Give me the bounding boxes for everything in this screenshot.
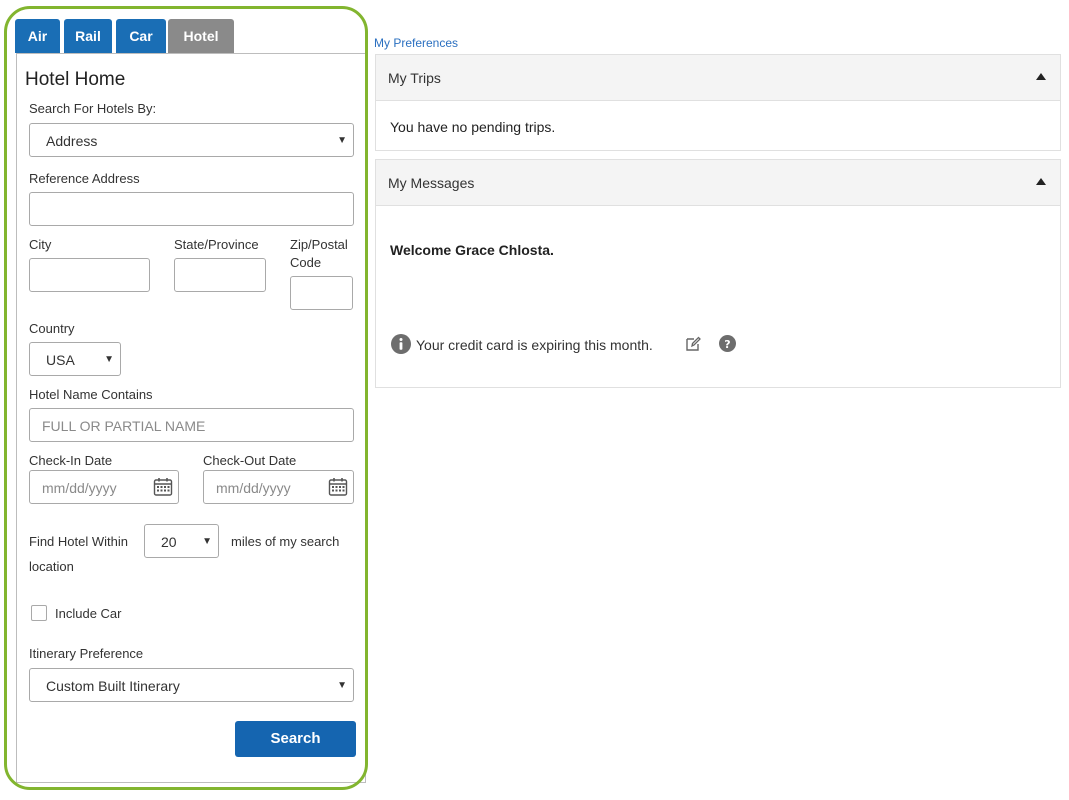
svg-text:?: ? [724,338,730,351]
credit-card-notice: Your credit card is expiring this month. [416,337,653,353]
chevron-down-icon: ▼ [337,135,347,146]
welcome-text: Welcome Grace Chlosta. [390,242,554,258]
my-messages-card: My Messages Welcome Grace Chlosta. Your … [375,159,1061,388]
tab-car[interactable]: Car [116,19,166,53]
country-value: USA [46,352,75,368]
collapse-triangle-icon[interactable] [1036,178,1046,185]
checkin-label: Check-In Date [29,453,113,468]
my-trips-card: My Trips You have no pending trips. [375,54,1061,151]
search-by-select[interactable]: Address ▼ [29,123,354,157]
hotel-name-placeholder: FULL OR PARTIAL NAME [42,418,206,434]
country-label: Country [29,321,75,336]
within-value: 20 [161,534,177,550]
trips-message: You have no pending trips. [390,119,556,135]
zip-label-line2: Code [290,255,322,270]
city-input[interactable] [29,258,150,292]
search-by-value: Address [46,133,98,149]
my-trips-header[interactable]: My Trips [376,55,1060,101]
country-select[interactable]: USA ▼ [29,342,121,376]
tab-hotel[interactable]: Hotel [168,19,234,53]
hotel-name-label: Hotel Name Contains [29,387,153,402]
within-select[interactable]: 20 ▼ [144,524,219,558]
reference-address-input[interactable] [29,192,354,226]
collapse-triangle-icon[interactable] [1036,73,1046,80]
state-input[interactable] [174,258,266,292]
checkout-placeholder: mm/dd/yyyy [216,480,291,496]
zip-label-line1: Zip/Postal [290,237,348,252]
calendar-icon[interactable] [153,477,173,497]
itinerary-select[interactable]: Custom Built Itinerary ▼ [29,668,354,702]
help-icon[interactable]: ? [719,335,736,352]
chevron-down-icon: ▼ [337,680,347,691]
checkout-label: Check-Out Date [203,453,297,468]
zip-input[interactable] [290,276,353,310]
tab-air[interactable]: Air [15,19,60,53]
chevron-down-icon: ▼ [202,536,212,547]
hotel-name-input[interactable]: FULL OR PARTIAL NAME [29,408,354,442]
chevron-down-icon: ▼ [104,354,114,365]
checkout-input[interactable]: mm/dd/yyyy [203,470,354,504]
include-car-checkbox[interactable] [31,605,47,621]
panel-title: Hotel Home [25,69,126,90]
edit-icon[interactable] [685,336,701,352]
checkin-input[interactable]: mm/dd/yyyy [29,470,179,504]
search-button[interactable]: Search [235,721,356,757]
within-suffix-line2: location [29,559,74,574]
tab-rail[interactable]: Rail [64,19,112,53]
state-label: State/Province [174,237,259,252]
info-icon [391,334,411,354]
my-trips-title: My Trips [388,70,441,86]
include-car-label: Include Car [55,606,122,621]
itinerary-value: Custom Built Itinerary [46,678,180,694]
calendar-icon[interactable] [328,477,348,497]
search-by-label: Search For Hotels By: [29,101,157,116]
checkin-placeholder: mm/dd/yyyy [42,480,117,496]
my-messages-header[interactable]: My Messages [376,160,1060,206]
my-preferences-link[interactable]: My Preferences [374,36,458,50]
itinerary-label: Itinerary Preference [29,646,144,661]
city-label: City [29,237,52,252]
reference-address-label: Reference Address [29,171,140,186]
within-label: Find Hotel Within [29,534,128,549]
within-suffix: miles of my search [231,534,340,549]
my-messages-title: My Messages [388,175,475,191]
